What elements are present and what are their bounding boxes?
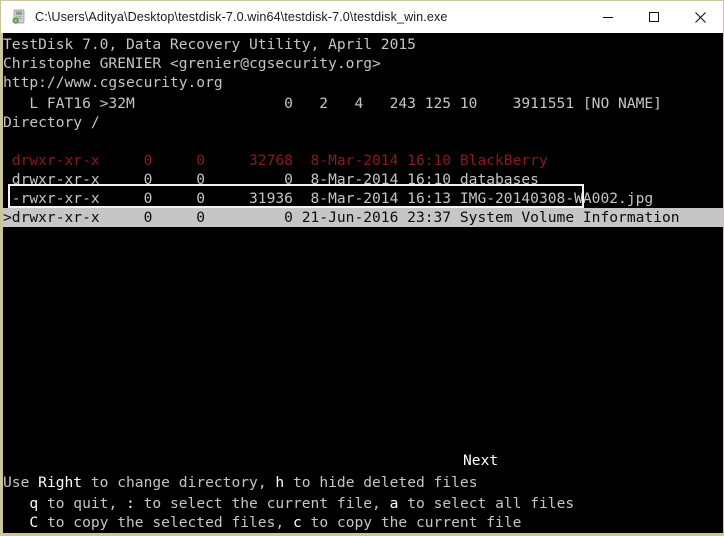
next-page-indicator[interactable]: Next (463, 451, 583, 470)
title-bar: C:\Users\Aditya\Desktop\testdisk-7.0.win… (0, 0, 724, 33)
header-line-3: http://www.cgsecurity.org (3, 74, 223, 91)
help-2-mid: to quit, (38, 495, 127, 512)
help-1-pre: Use (3, 474, 39, 491)
help-1-mid: to change directory, (82, 474, 276, 491)
list-item[interactable]: drwxr-xr-x 0 0 32768 8-Mar-2014 16:10 Bl… (3, 151, 723, 170)
help-1-post: to hide deleted files (284, 474, 478, 491)
directory-path-line: Directory / (3, 114, 100, 131)
help-3-key-C: C (29, 514, 39, 531)
list-item[interactable]: drwxr-xr-x 0 0 0 8-Mar-2014 16:10 databa… (3, 170, 723, 189)
help-2-indent (3, 495, 29, 512)
help-1-key-h: h (275, 474, 285, 491)
help-line-1: Use Right to change directory, h to hide… (3, 473, 723, 492)
help-2-key-q: q (29, 495, 39, 512)
list-item[interactable]: -rwxr-xr-x 0 0 31936 8-Mar-2014 16:13 IM… (3, 189, 723, 208)
close-button[interactable] (677, 1, 723, 33)
help-1-key-right: Right (38, 474, 83, 491)
help-3-post: to copy the current file (301, 514, 522, 531)
testdisk-window: C:\Users\Aditya\Desktop\testdisk-7.0.win… (0, 0, 724, 536)
help-line-3: C to copy the selected files, c to copy … (3, 513, 723, 532)
partition-line[interactable]: L FAT16 >32M 0 2 4 243 125 10 3911551 [N… (3, 94, 723, 113)
header-line-2: Christophe GRENIER <grenier@cgsecurity.o… (3, 55, 381, 72)
header-line-1: TestDisk 7.0, Data Recovery Utility, Apr… (3, 36, 416, 53)
help-2-post: to select all files (398, 495, 575, 512)
maximize-button[interactable] (631, 1, 677, 33)
terminal-screen: TestDisk 7.0, Data Recovery Utility, Apr… (3, 33, 723, 533)
console-output-area[interactable]: TestDisk 7.0, Data Recovery Utility, Apr… (0, 33, 724, 536)
window-title: C:\Users\Aditya\Desktop\testdisk-7.0.win… (35, 10, 448, 24)
help-3-key-c: c (292, 514, 302, 531)
list-item-selected[interactable]: >drwxr-xr-x 0 0 0 21-Jun-2016 23:37 Syst… (3, 208, 723, 227)
help-line-2: q to quit, : to select the current file,… (3, 494, 723, 513)
minimize-button[interactable] (585, 1, 631, 33)
help-2-key-colon: : (126, 495, 135, 512)
help-2-mid2: to select the current file, (134, 495, 390, 512)
help-3-indent (3, 514, 29, 531)
help-3-mid: to copy the selected files, (38, 514, 293, 531)
testdisk-app-icon (11, 9, 27, 25)
